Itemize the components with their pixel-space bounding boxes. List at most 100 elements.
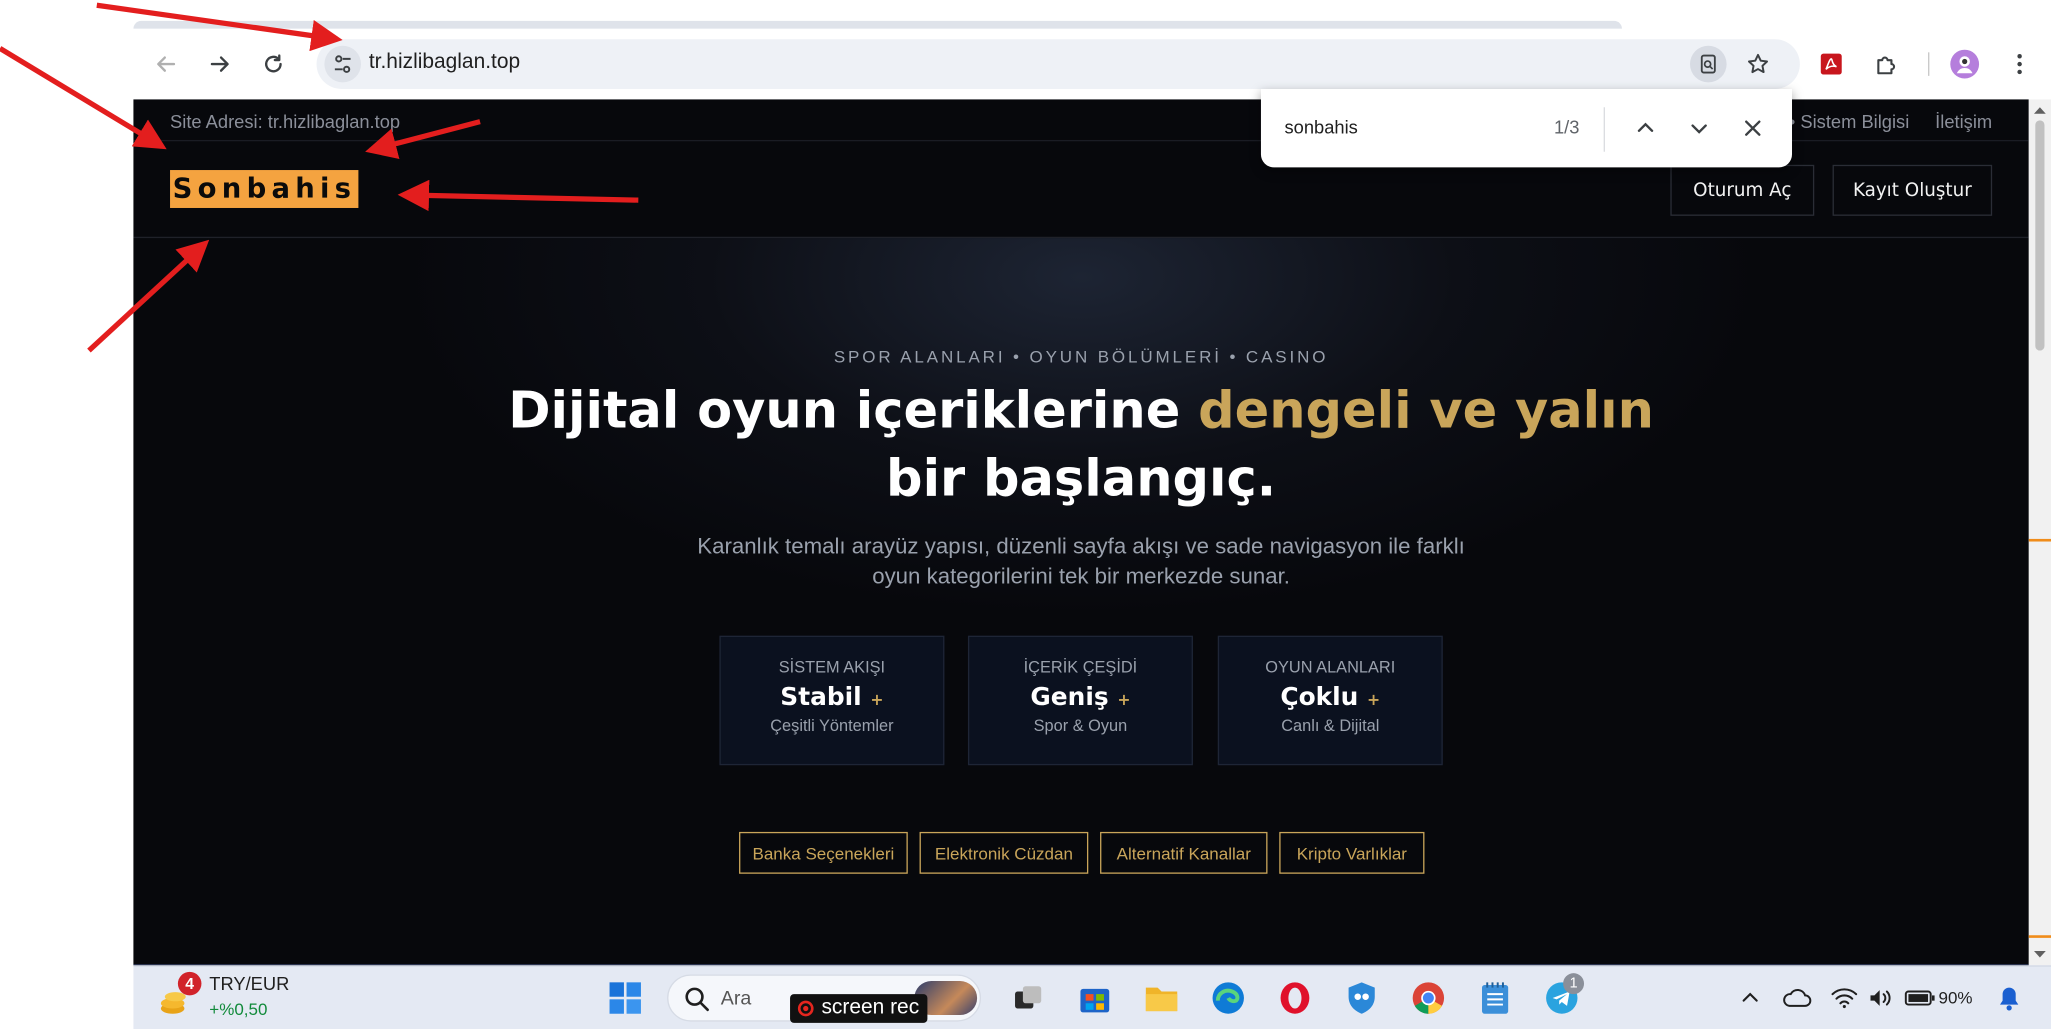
wifi-icon xyxy=(1831,988,1858,1009)
chrome-icon xyxy=(1412,982,1445,1014)
stat-card-content: İÇERİK ÇEŞİDİ Geniş + Spor & Oyun xyxy=(967,635,1193,766)
extensions-button[interactable] xyxy=(1868,46,1905,83)
stat-card-system: SİSTEM AKIŞI Stabil + Çeşitli Yöntemler xyxy=(719,635,945,766)
find-next-button[interactable] xyxy=(1681,110,1718,147)
back-button[interactable] xyxy=(148,46,185,83)
windows-icon xyxy=(609,982,641,1014)
security-app[interactable] xyxy=(1343,980,1380,1017)
chrome-app[interactable] xyxy=(1410,980,1447,1017)
chip-bank[interactable]: Banka Seçenekleri xyxy=(739,831,908,874)
top-link-contact[interactable]: İletişim xyxy=(1935,111,1992,132)
search-placeholder: Ara xyxy=(720,987,752,1010)
hero-kicker: SPOR ALANLARI • OYUN BÖLÜMLERİ • CASINO xyxy=(833,346,1329,367)
reload-icon xyxy=(265,54,282,73)
folder-icon xyxy=(1145,987,1178,1012)
task-view-button[interactable] xyxy=(1010,980,1047,1017)
chip-alternative[interactable]: Alternatif Kanallar xyxy=(1100,831,1268,874)
store-icon xyxy=(1080,988,1110,1013)
login-button[interactable]: Oturum Aç xyxy=(1670,164,1815,216)
start-button[interactable] xyxy=(607,980,644,1017)
stat-value: Stabil + xyxy=(780,682,884,712)
battery-status[interactable] xyxy=(1902,980,1939,1017)
screenrec-overlay[interactable]: screen rec xyxy=(790,994,928,1023)
notification-badge: 4 xyxy=(177,971,202,996)
page-scrollbar[interactable] xyxy=(2028,99,2051,966)
close-icon xyxy=(1745,120,1761,136)
site-logo[interactable]: Sonbahis xyxy=(170,170,359,208)
stat-label: SİSTEM AKIŞI xyxy=(778,657,886,677)
page-search-icon xyxy=(1700,54,1716,74)
bell-icon xyxy=(1999,987,2019,1011)
notepad-app[interactable] xyxy=(1477,980,1514,1017)
volume-status[interactable] xyxy=(1863,980,1900,1017)
hero-description: Karanlık temalı arayüz yapısı, düzenli s… xyxy=(688,531,1474,591)
site-info-button[interactable] xyxy=(324,45,362,83)
kebab-menu-icon xyxy=(2017,54,2022,75)
windows-taskbar: 4 TRY/EUR +%0,50 Ara screen rec 1 90% xyxy=(133,965,2051,1029)
store-app[interactable] xyxy=(1077,980,1114,1017)
find-close-button[interactable] xyxy=(1734,110,1771,147)
tab-strip-edge xyxy=(133,20,1622,29)
opera-app[interactable] xyxy=(1277,980,1314,1017)
scroll-up-icon xyxy=(2034,107,2046,114)
tray-overflow-button[interactable] xyxy=(1732,980,1769,1017)
forward-button[interactable] xyxy=(201,46,238,83)
url-text[interactable]: tr.hizlibaglan.top xyxy=(369,51,520,75)
find-previous-button[interactable] xyxy=(1627,110,1664,147)
scroll-down-icon xyxy=(2034,950,2046,958)
star-icon xyxy=(1747,53,1769,74)
find-match-count: 1/3 xyxy=(1553,116,1580,138)
stat-value: Geniş + xyxy=(1030,682,1131,712)
edge-app[interactable] xyxy=(1210,980,1247,1017)
find-bar: sonbahis 1/3 xyxy=(1260,88,1793,168)
arrow-left-icon xyxy=(157,56,176,72)
web-page: Site Adresi: tr.hizlibaglan.top L • Sist… xyxy=(133,99,2029,966)
find-input[interactable]: sonbahis xyxy=(1284,116,1357,137)
chip-crypto[interactable]: Kripto Varlıklar xyxy=(1279,831,1425,874)
top-link-system-info[interactable]: L • Sistem Bilgisi xyxy=(1774,111,1909,132)
notepad-icon xyxy=(1482,982,1509,1014)
lead-line-1: Karanlık temalı arayüz yapısı, düzenli s… xyxy=(697,533,1465,559)
wifi-status[interactable] xyxy=(1826,980,1863,1017)
onedrive-button[interactable] xyxy=(1779,980,1816,1017)
find-in-page-button[interactable] xyxy=(1689,45,1727,83)
address-bar[interactable]: tr.hizlibaglan.top xyxy=(316,39,1800,89)
chevron-up-icon xyxy=(1742,992,1758,1002)
screenrec-label: screen rec xyxy=(821,996,920,1019)
record-icon xyxy=(797,1000,814,1017)
chevron-down-icon xyxy=(1691,124,1707,134)
opera-icon xyxy=(1280,982,1310,1014)
search-icon xyxy=(685,987,709,1012)
tab-strip xyxy=(133,0,2051,29)
headline-part-2: bir başlangıç. xyxy=(886,449,1277,509)
stat-subtitle: Çeşitli Yöntemler xyxy=(770,716,894,736)
lead-line-2: oyun kategorilerini tek bir merkezde sun… xyxy=(872,563,1290,589)
file-explorer-app[interactable] xyxy=(1143,980,1180,1017)
notifications-button[interactable] xyxy=(1991,980,2028,1017)
site-address-label: Site Adresi: tr.hizlibaglan.top xyxy=(170,111,401,133)
browser-menu-button[interactable] xyxy=(2001,46,2038,83)
chip-ewallet[interactable]: Elektronik Cüzdan xyxy=(919,831,1089,874)
edge-icon xyxy=(1212,982,1244,1014)
find-match-marker xyxy=(2028,935,2051,938)
shield-icon xyxy=(1348,982,1375,1014)
arrow-right-icon xyxy=(210,56,229,72)
find-match-marker xyxy=(2028,538,2051,542)
bookmark-button[interactable] xyxy=(1740,46,1777,83)
battery-icon xyxy=(1904,990,1935,1006)
telegram-badge: 1 xyxy=(1563,973,1585,995)
profile-button[interactable] xyxy=(1946,46,1983,83)
tune-icon xyxy=(334,55,351,73)
pdf-extension-button[interactable] xyxy=(1813,46,1850,83)
hero-headline: Dijital oyun içeriklerine dengeli ve yal… xyxy=(133,378,2028,514)
puzzle-icon xyxy=(1877,56,1896,75)
scrollbar-thumb[interactable] xyxy=(2035,120,2045,351)
stat-card-games: OYUN ALANLARI Çoklu + Canlı & Dijital xyxy=(1217,635,1443,766)
avatar-icon xyxy=(1950,49,1980,79)
top-links: L • Sistem Bilgisi İletişim xyxy=(1774,111,1992,132)
task-view-icon xyxy=(1015,986,1042,1009)
reload-button[interactable] xyxy=(255,46,292,83)
headline-part-1: Dijital oyun içeriklerine xyxy=(508,381,1199,441)
find-divider xyxy=(1603,107,1605,152)
register-button[interactable]: Kayıt Oluştur xyxy=(1832,164,1993,216)
